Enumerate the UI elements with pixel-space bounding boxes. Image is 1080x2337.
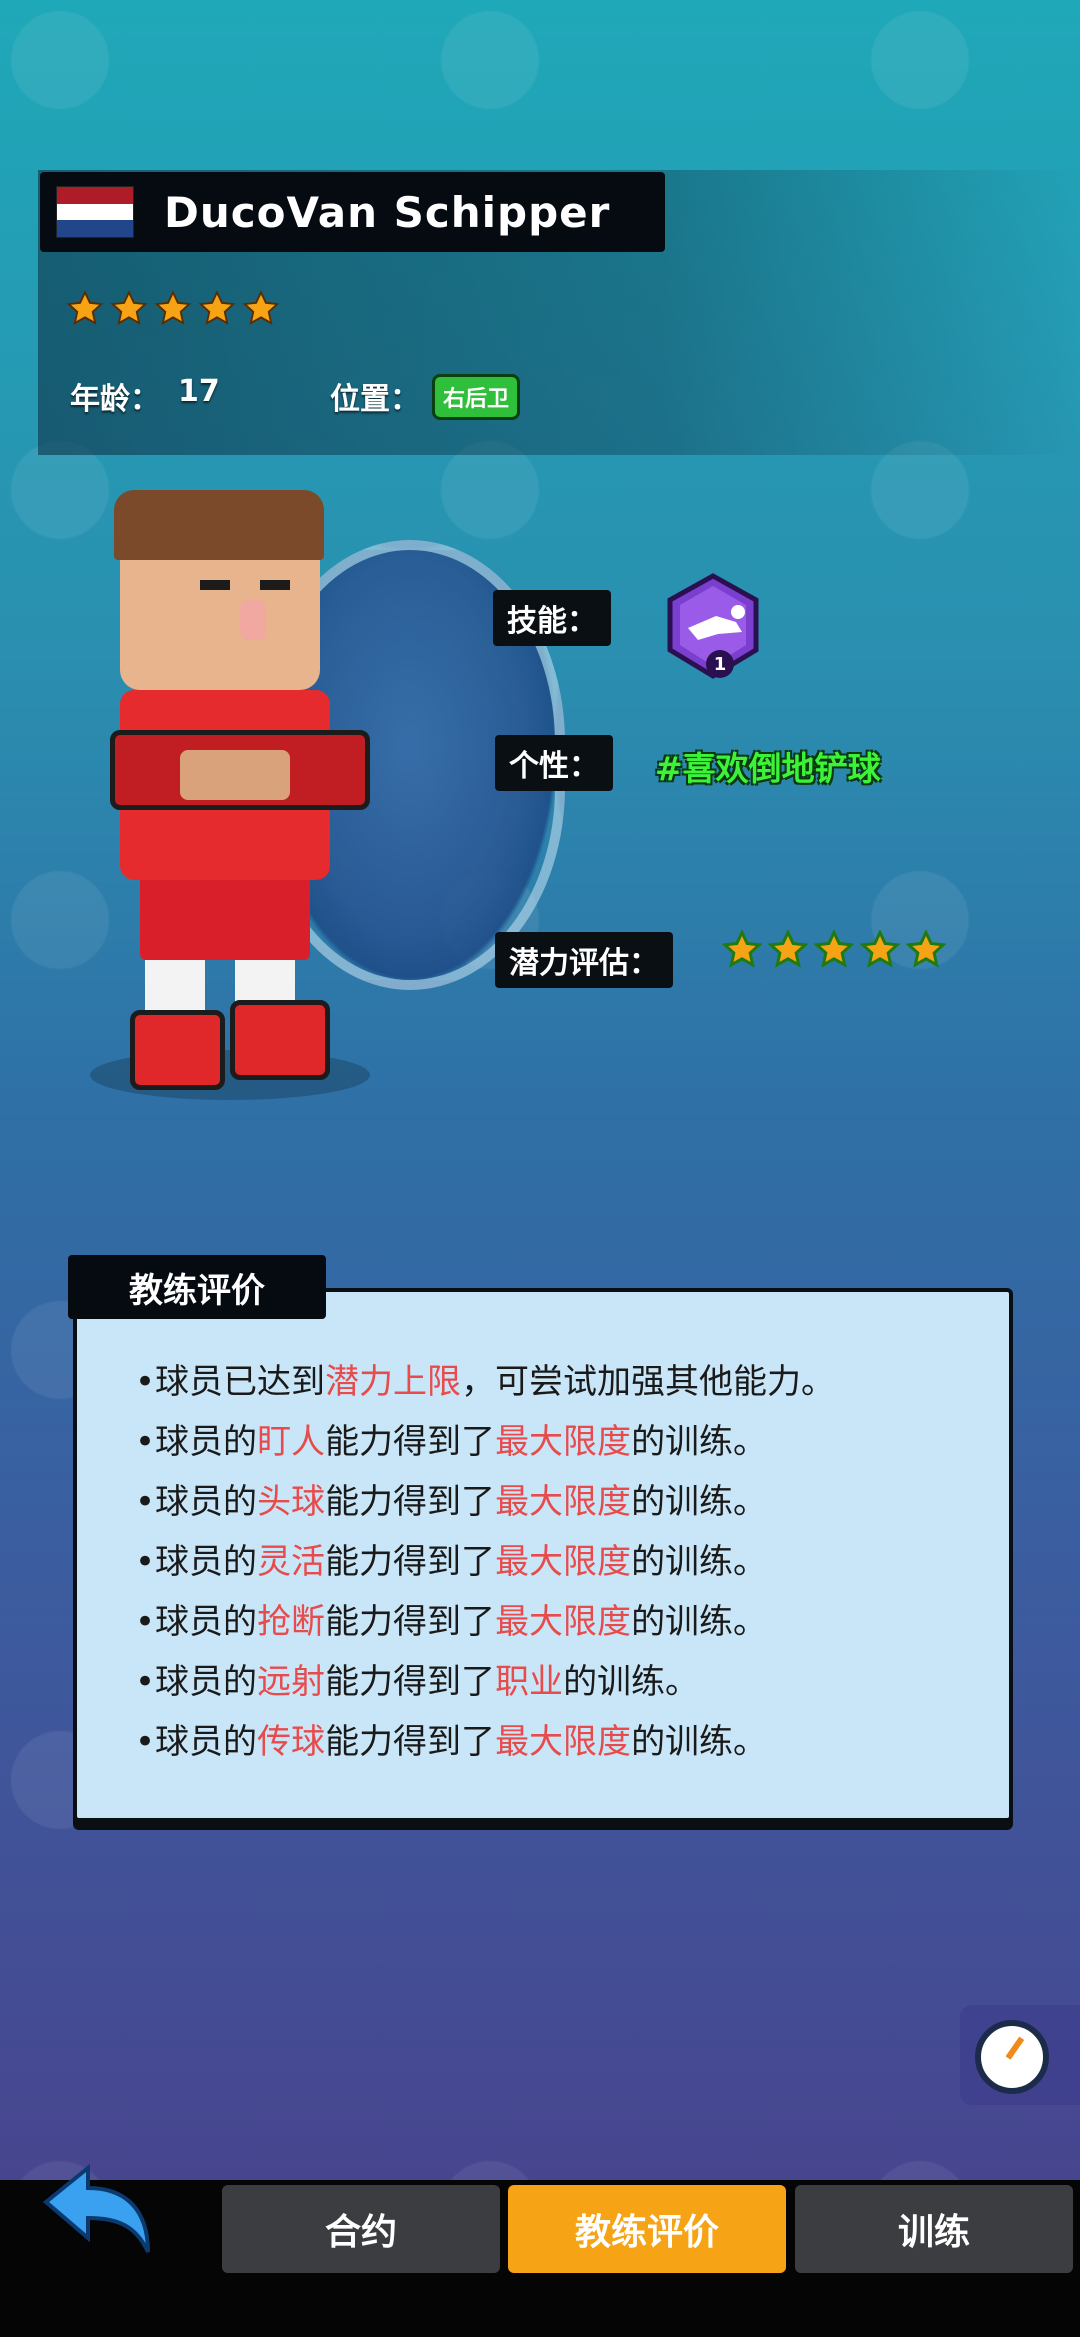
potential-stars (722, 930, 946, 970)
line-highlight: 传球 (257, 1722, 326, 1762)
line-text: •球员的 (135, 1482, 258, 1522)
line-highlight: 灵活 (257, 1542, 326, 1582)
line-text: •球员的 (135, 1662, 258, 1702)
line-text: 的训练。 (631, 1542, 768, 1582)
star-icon (66, 290, 104, 325)
age-label: 年龄： (70, 382, 160, 417)
line-highlight: 最大限度 (495, 1482, 632, 1522)
star-icon (242, 290, 280, 325)
tab-coach-evaluation[interactable]: 教练评价 (508, 2185, 786, 2273)
potential-label: 潜力评估： (495, 932, 673, 988)
tab-training[interactable]: 训练 (795, 2185, 1073, 2273)
potential-star-icon (814, 930, 854, 968)
line-text: 的训练。 (631, 1422, 768, 1462)
line-highlight: 最大限度 (495, 1422, 632, 1462)
netherlands-flag-icon (56, 186, 134, 238)
line-text: 的训练。 (631, 1602, 768, 1642)
line-text: •球员的 (135, 1542, 258, 1582)
coach-evaluation-title: 教练评价 (68, 1255, 326, 1319)
age-value: 17 (178, 374, 220, 409)
stopwatch-icon[interactable] (975, 2020, 1049, 2094)
tab-contract[interactable]: 合约 (222, 2185, 500, 2273)
trait-label: 个性： (495, 735, 613, 791)
line-text: 能力得到了 (325, 1482, 496, 1522)
coach-line: •球员的远射能力得到了职业的训练。 (135, 1652, 835, 1712)
coach-line: •球员的头球能力得到了最大限度的训练。 (135, 1472, 835, 1532)
line-text: •球员已达到 (135, 1362, 326, 1402)
position-badge: 右后卫 (432, 374, 521, 420)
line-highlight: 头球 (257, 1482, 326, 1522)
line-text: 能力得到了 (325, 1722, 496, 1762)
trait-value: #喜欢倒地铲球 (655, 749, 881, 788)
star-icon (198, 290, 236, 325)
coach-line: •球员已达到潜力上限，可尝试加强其他能力。 (135, 1352, 835, 1412)
line-text: •球员的 (135, 1722, 258, 1762)
line-text: •球员的 (135, 1602, 258, 1642)
coach-line: •球员的抢断能力得到了最大限度的训练。 (135, 1592, 835, 1652)
coach-evaluation-panel: •球员已达到潜力上限，可尝试加强其他能力。 •球员的盯人能力得到了最大限度的训练… (73, 1288, 1013, 1822)
player-avatar (90, 480, 400, 1130)
coach-line: •球员的盯人能力得到了最大限度的训练。 (135, 1412, 835, 1472)
line-highlight: 远射 (257, 1662, 326, 1702)
star-icon (154, 290, 192, 325)
line-text: 能力得到了 (325, 1542, 496, 1582)
line-highlight: 最大限度 (495, 1542, 632, 1582)
skill-label: 技能： (493, 590, 611, 646)
line-text: 能力得到了 (325, 1662, 496, 1702)
line-highlight: 盯人 (257, 1422, 326, 1462)
potential-star-icon (768, 930, 808, 968)
skill-level: 1 (714, 654, 727, 675)
potential-star-icon (722, 930, 762, 968)
coach-line: •球员的传球能力得到了最大限度的训练。 (135, 1712, 835, 1772)
line-highlight: 最大限度 (495, 1602, 632, 1642)
slide-tackle-skill-icon[interactable]: 1 (658, 572, 768, 682)
player-rating-stars (66, 290, 280, 328)
line-highlight: 抢断 (257, 1602, 326, 1642)
back-arrow-icon[interactable] (36, 2160, 156, 2260)
line-text: 能力得到了 (325, 1602, 496, 1642)
coach-line: •球员的灵活能力得到了最大限度的训练。 (135, 1532, 835, 1592)
line-highlight: 潜力上限 (325, 1362, 462, 1402)
player-name: DucoVan Schipper (164, 187, 611, 237)
line-highlight: 最大限度 (495, 1722, 632, 1762)
line-text: ，可尝试加强其他能力。 (461, 1362, 836, 1402)
potential-star-icon (906, 930, 946, 968)
line-text: •球员的 (135, 1422, 258, 1462)
potential-star-icon (860, 930, 900, 968)
line-highlight: 职业 (495, 1662, 564, 1702)
coach-evaluation-list: •球员已达到潜力上限，可尝试加强其他能力。 •球员的盯人能力得到了最大限度的训练… (135, 1352, 835, 1772)
line-text: 能力得到了 (325, 1422, 496, 1462)
line-text: 的训练。 (563, 1662, 700, 1702)
star-icon (110, 290, 148, 325)
line-text: 的训练。 (631, 1482, 768, 1522)
player-name-bar: DucoVan Schipper (40, 172, 665, 252)
line-text: 的训练。 (631, 1722, 768, 1762)
position-label: 位置： (330, 382, 420, 417)
